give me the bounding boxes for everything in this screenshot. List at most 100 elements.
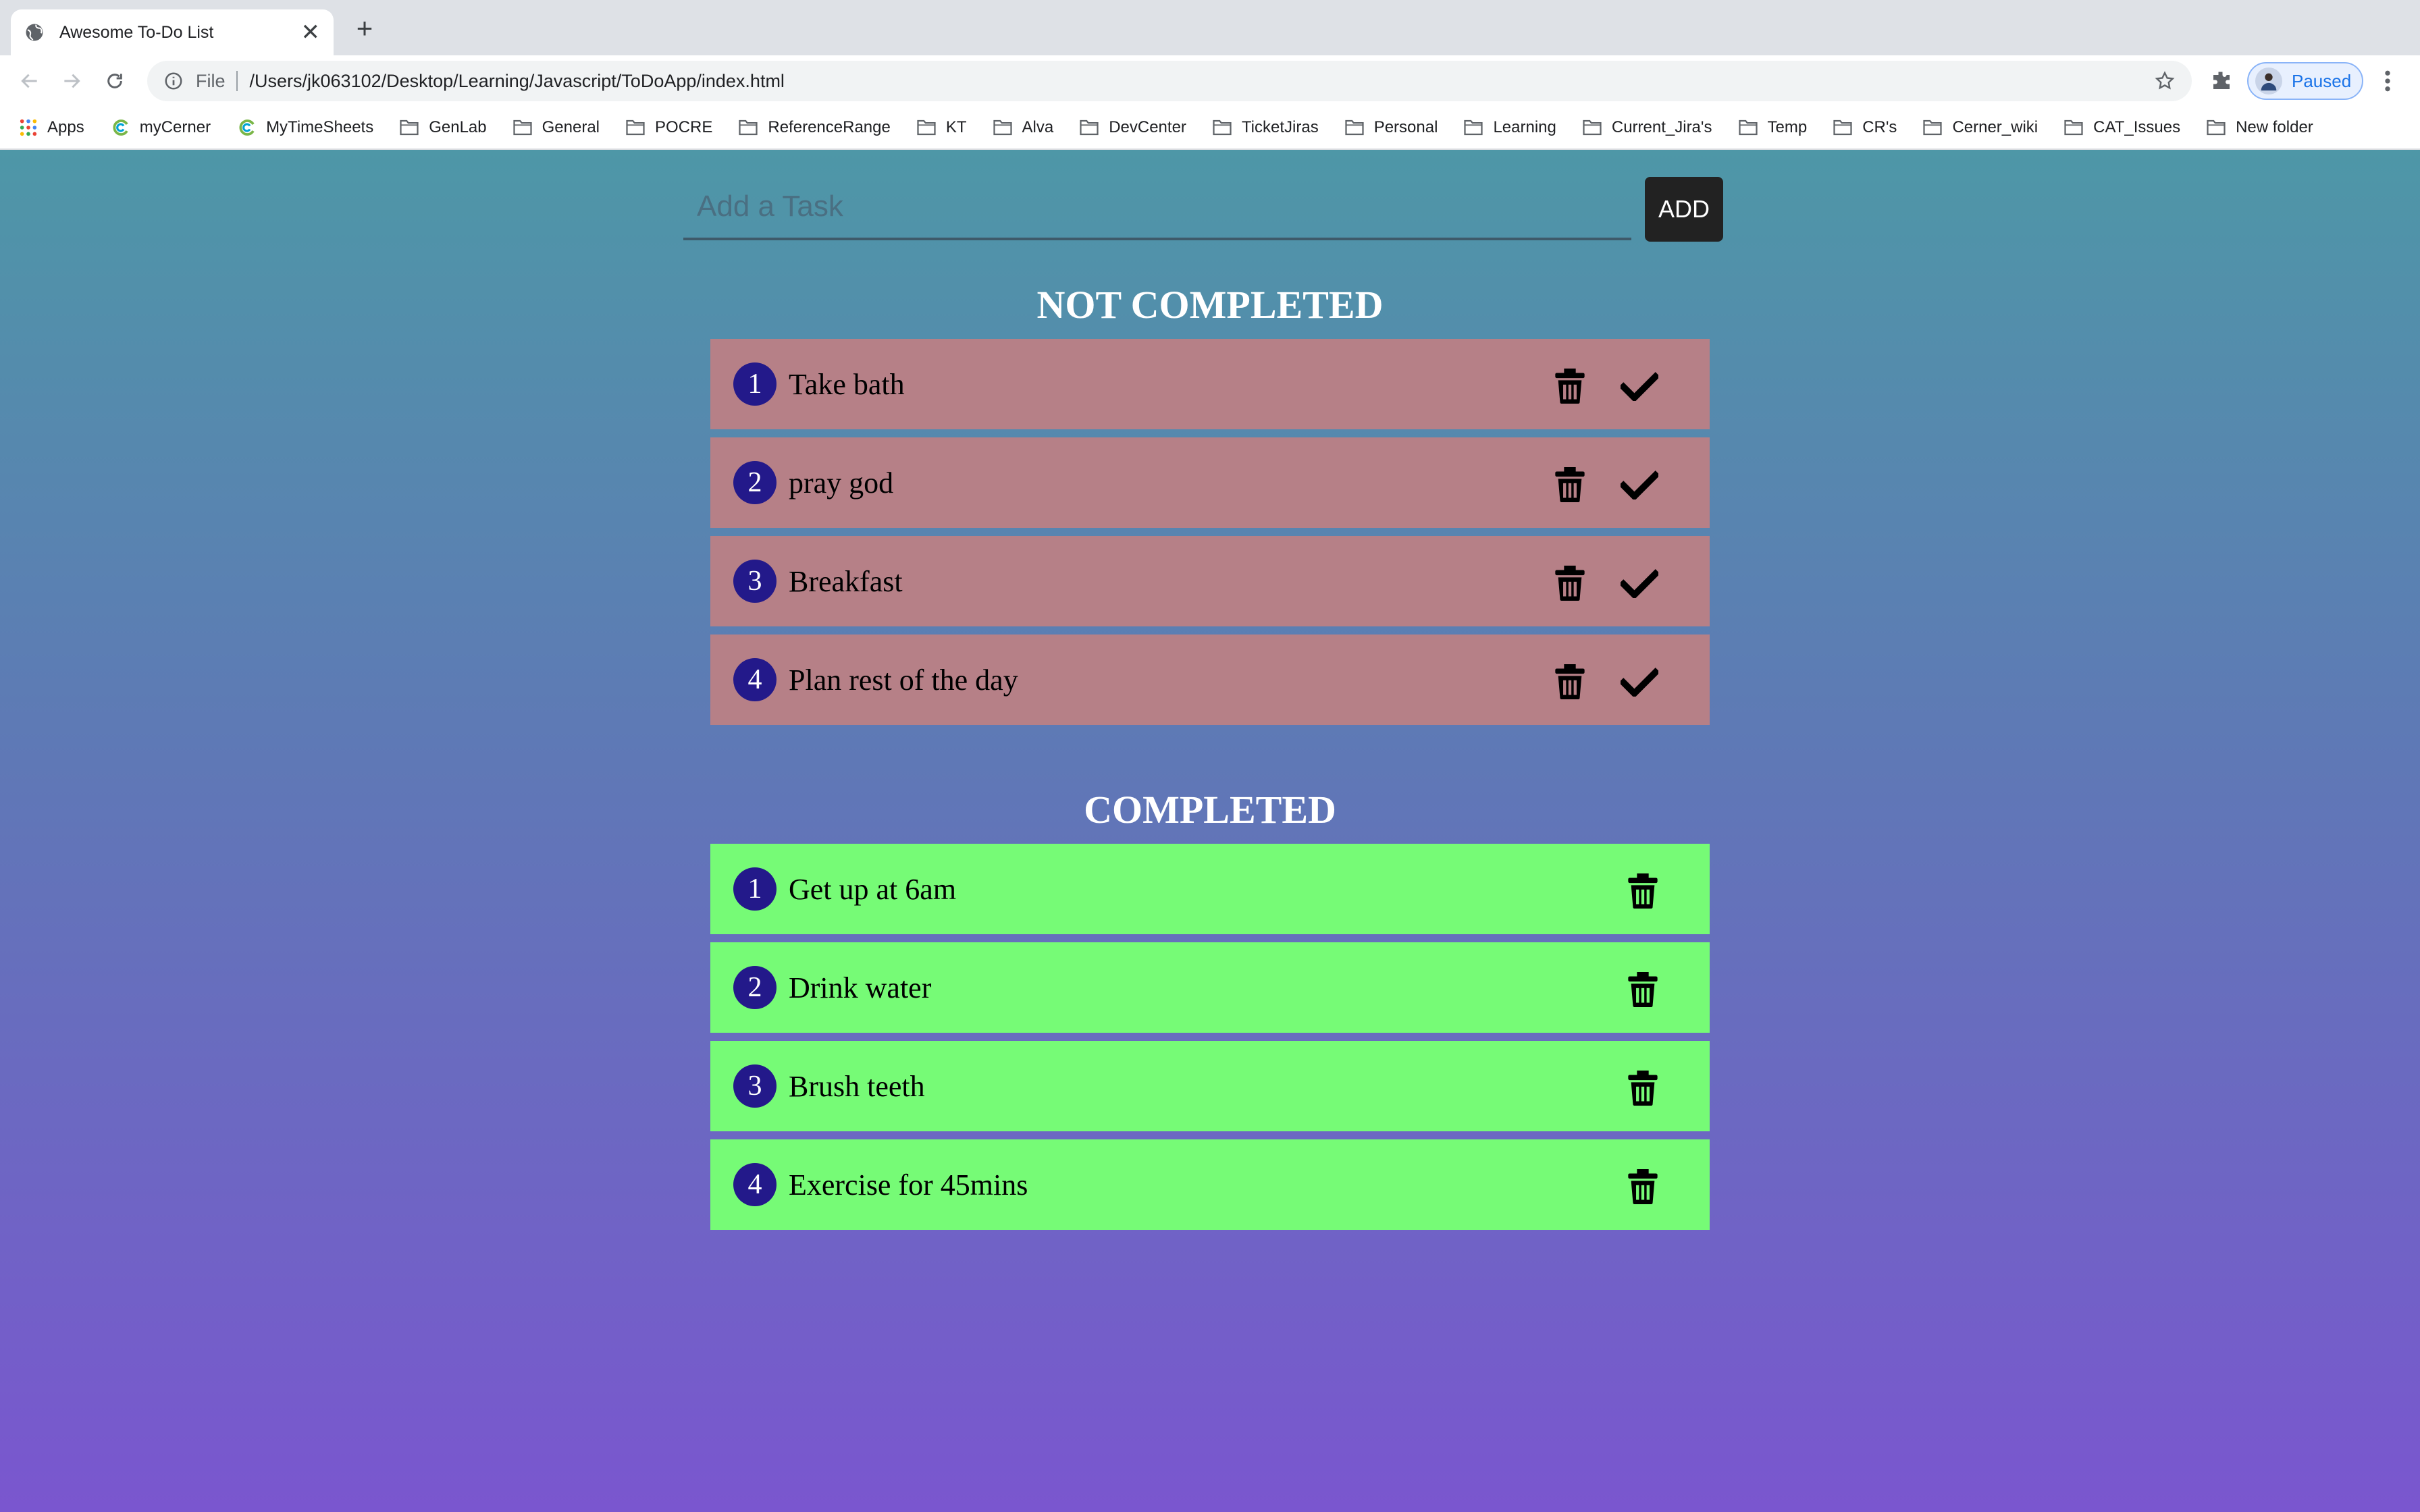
bookmark-label: Cerner_wiki [1952, 118, 2038, 136]
not-completed-list: 1 Take bath 2 pray god 3 Breakfast 4 Pla… [710, 339, 1710, 733]
browser-toolbar: File /Users/jk063102/Desktop/Learning/Ja… [0, 55, 2420, 107]
bookmark-folder[interactable]: GenLab [399, 118, 487, 137]
item-number-badge: 4 [733, 1163, 777, 1206]
task-text: Take bath [789, 367, 905, 401]
folder-icon [1583, 119, 1602, 136]
bookmark-folder[interactable]: Cerner_wiki [1922, 118, 2038, 137]
folder-icon [1738, 119, 1758, 136]
bookmark-label: Personal [1373, 118, 1438, 136]
folder-icon [917, 119, 936, 136]
bookmark-label: CR's [1862, 118, 1897, 136]
bookmark-label: myCerner [139, 118, 211, 136]
address-bar[interactable]: File /Users/jk063102/Desktop/Learning/Ja… [147, 61, 2192, 101]
profile-status: Paused [2292, 70, 2352, 91]
bookmark-folder[interactable]: Learning [1463, 118, 1556, 137]
bookmark-folder[interactable]: CAT_Issues [2063, 118, 2180, 137]
bookmark-label: General [542, 118, 600, 136]
add-button[interactable]: ADD [1645, 177, 1723, 242]
bookmark-label: KT [945, 118, 967, 136]
folder-icon [2207, 119, 2226, 136]
bookmark-folder[interactable]: CR's [1833, 118, 1897, 137]
bookmark-label: DevCenter [1109, 118, 1186, 136]
folder-icon [739, 119, 758, 136]
bookmark-folder[interactable]: Personal [1344, 118, 1438, 137]
extensions-icon[interactable] [2209, 69, 2234, 93]
folder-icon [1345, 119, 1364, 136]
list-item: 3 Breakfast [710, 536, 1710, 626]
bookmark-folder[interactable]: General [512, 118, 600, 137]
reload-icon[interactable] [101, 68, 128, 94]
bookmark-folder[interactable]: TicketJiras [1212, 118, 1319, 137]
task-text: pray god [789, 466, 894, 500]
bookmark-label: New folder [2236, 118, 2313, 136]
folder-icon [400, 119, 419, 136]
new-tab-icon[interactable]: + [351, 14, 378, 43]
task-text: Brush teeth [789, 1069, 925, 1103]
trash-icon[interactable] [1627, 972, 1658, 1007]
bookmark-folder[interactable]: Alva [993, 118, 1053, 137]
bookmark-folder[interactable]: POCRE [625, 118, 712, 137]
url-text[interactable]: /Users/jk063102/Desktop/Learning/Javascr… [250, 71, 2154, 92]
bookmark-star-icon[interactable] [2154, 70, 2176, 92]
bookmark-apps[interactable]: Apps [19, 118, 84, 137]
profile-button[interactable]: Paused [2247, 62, 2363, 100]
list-item: 3 Brush teeth [710, 1041, 1710, 1131]
bookmark-label: Apps [47, 118, 84, 136]
item-number-badge: 2 [733, 461, 777, 504]
bookmark-label: POCRE [655, 118, 713, 136]
trash-icon[interactable] [1554, 664, 1585, 699]
trash-icon[interactable] [1554, 369, 1585, 404]
globe-icon [26, 24, 43, 41]
folder-icon [1464, 119, 1483, 136]
more-menu-icon[interactable] [2379, 68, 2396, 94]
checkmark-icon[interactable] [1621, 568, 1658, 598]
bookmark-label: TicketJiras [1241, 118, 1319, 136]
back-icon[interactable] [16, 68, 43, 94]
trash-icon[interactable] [1627, 1071, 1658, 1106]
task-text: Drink water [789, 971, 932, 1004]
bookmark-label: Learning [1493, 118, 1556, 136]
trash-icon[interactable] [1554, 566, 1585, 601]
list-item: 2 pray god [710, 437, 1710, 528]
bookmark-label: GenLab [429, 118, 487, 136]
bookmarks-bar: Apps myCerner MyTimeSheets GenLab Genera… [0, 107, 2420, 150]
trash-icon[interactable] [1554, 467, 1585, 502]
checkmark-icon[interactable] [1621, 371, 1658, 401]
tab-close-icon[interactable]: ✕ [301, 19, 321, 46]
folder-icon [626, 119, 645, 136]
omnibox-divider [236, 71, 238, 91]
bookmark-folder[interactable]: Temp [1738, 118, 1808, 137]
cerner-logo-icon [239, 119, 255, 136]
item-number-badge: 4 [733, 658, 777, 701]
list-item: 1 Get up at 6am [710, 844, 1710, 934]
bookmark-label: CAT_Issues [2093, 118, 2181, 136]
bookmark-folder[interactable]: KT [916, 118, 967, 137]
task-input[interactable] [683, 177, 1631, 236]
task-text: Exercise for 45mins [789, 1168, 1028, 1202]
bookmark-label: Temp [1767, 118, 1808, 136]
folder-icon [513, 119, 532, 136]
tab-title: Awesome To-Do List [59, 22, 214, 42]
bookmark-folder[interactable]: New folder [2206, 118, 2313, 137]
bookmark-mytimesheets[interactable]: MyTimeSheets [236, 117, 373, 138]
avatar [2255, 68, 2282, 94]
folder-icon [2064, 119, 2083, 136]
bookmark-mycerner[interactable]: myCerner [110, 117, 211, 138]
item-number-badge: 1 [733, 362, 777, 406]
trash-icon[interactable] [1627, 873, 1658, 909]
bookmark-folder[interactable]: ReferenceRange [738, 118, 891, 137]
list-item: 1 Take bath [710, 339, 1710, 429]
tab-strip: Awesome To-Do List ✕ + [0, 0, 2420, 55]
bookmark-folder[interactable]: DevCenter [1079, 118, 1186, 137]
bookmark-folder[interactable]: Current_Jira's [1582, 118, 1712, 137]
item-number-badge: 2 [733, 966, 777, 1009]
trash-icon[interactable] [1627, 1169, 1658, 1204]
browser-tab[interactable]: Awesome To-Do List ✕ [11, 9, 334, 55]
item-number-badge: 3 [733, 560, 777, 603]
apps-grid-icon [20, 119, 37, 136]
checkmark-icon[interactable] [1621, 667, 1658, 697]
todo-page: ADD NOT COMPLETED 1 Take bath 2 pray god… [0, 150, 2420, 1512]
checkmark-icon[interactable] [1621, 470, 1658, 500]
info-icon[interactable] [163, 71, 184, 91]
forward-icon[interactable] [58, 68, 85, 94]
